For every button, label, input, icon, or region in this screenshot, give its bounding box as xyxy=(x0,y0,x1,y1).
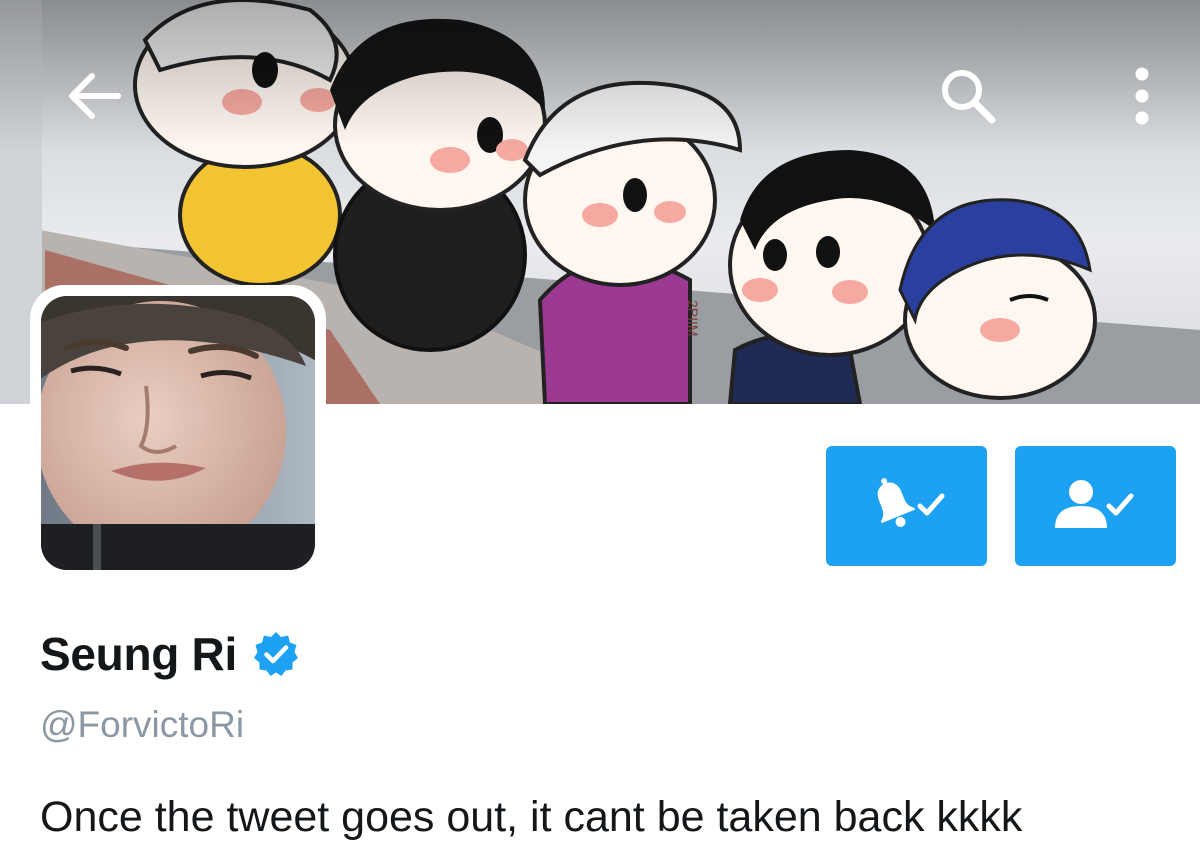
avatar[interactable] xyxy=(41,296,315,570)
bell-check-icon xyxy=(877,478,944,527)
more-options-button[interactable] xyxy=(1104,58,1180,134)
arrow-left-icon xyxy=(69,73,121,119)
search-icon xyxy=(942,70,996,124)
notifications-on-button[interactable] xyxy=(826,446,987,566)
more-vertical-icon xyxy=(1135,67,1149,125)
avatar-frame xyxy=(30,285,326,581)
verified-badge-icon xyxy=(253,632,298,676)
display-name-row: Seung Ri xyxy=(40,622,299,686)
user-check-icon xyxy=(1054,480,1133,528)
following-button[interactable] xyxy=(1015,446,1176,566)
banner-watermark: 2PIIM xyxy=(685,300,701,337)
profile-bio: Once the tweet goes out, it cant be take… xyxy=(40,793,1023,841)
avatar-photo xyxy=(41,296,315,570)
display-name: Seung Ri xyxy=(40,628,237,680)
search-button[interactable] xyxy=(930,58,1006,134)
profile-page: 2PIIM Seung Ri @ForvictoRi Once the twee… xyxy=(0,0,1200,867)
back-button[interactable] xyxy=(56,58,132,134)
banner-shade xyxy=(0,0,1200,150)
profile-handle: @ForvictoRi xyxy=(40,704,245,745)
